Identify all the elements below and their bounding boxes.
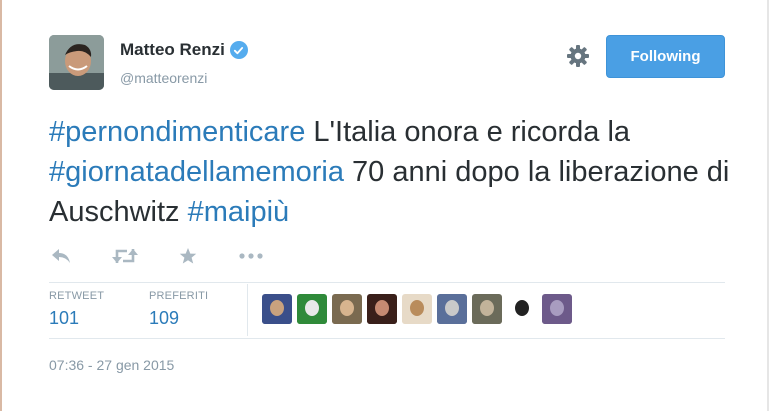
reply-icon[interactable] xyxy=(51,247,71,265)
stats-top-divider xyxy=(49,282,725,283)
left-border xyxy=(0,0,2,411)
stats-bottom-divider xyxy=(49,338,725,339)
favorite-label: PREFERITI xyxy=(149,290,209,302)
engager-avatar[interactable] xyxy=(367,294,397,324)
user-handle[interactable]: @matteorenzi xyxy=(120,70,207,86)
engager-avatar[interactable] xyxy=(332,294,362,324)
more-icon[interactable] xyxy=(239,247,263,265)
engager-avatar[interactable] xyxy=(402,294,432,324)
tweet-text-segment: L'Italia onora e ricorda la xyxy=(305,116,631,148)
retweet-icon[interactable] xyxy=(112,247,138,265)
hashtag-link[interactable]: #pernondimenticare xyxy=(49,116,305,148)
engager-avatar[interactable] xyxy=(542,294,572,324)
hashtag-link[interactable]: #giornatadellamemoria xyxy=(49,156,344,188)
favorite-count[interactable]: 109 xyxy=(149,308,179,329)
right-border xyxy=(767,0,769,411)
avatar[interactable] xyxy=(49,35,104,90)
retweet-count[interactable]: 101 xyxy=(49,308,79,329)
gear-icon[interactable] xyxy=(566,44,590,68)
engager-avatar[interactable] xyxy=(507,294,537,324)
star-icon[interactable] xyxy=(179,247,197,265)
stats-separator xyxy=(247,284,248,336)
following-button[interactable]: Following xyxy=(606,35,725,78)
engager-avatar[interactable] xyxy=(472,294,502,324)
tweet-text: #pernondimenticare L'Italia onora e rico… xyxy=(49,112,739,232)
retweet-label: RETWEET xyxy=(49,290,105,302)
timestamp[interactable]: 07:36 - 27 gen 2015 xyxy=(49,357,174,373)
hashtag-link[interactable]: #maipiù xyxy=(188,196,290,228)
verified-badge-icon xyxy=(229,41,248,59)
engager-avatar[interactable] xyxy=(437,294,467,324)
engager-avatar[interactable] xyxy=(262,294,292,324)
display-name[interactable]: Matteo Renzi xyxy=(120,40,225,60)
engager-avatar[interactable] xyxy=(297,294,327,324)
name-line[interactable]: Matteo Renzi xyxy=(120,40,248,60)
retweeter-avatars xyxy=(262,294,577,324)
